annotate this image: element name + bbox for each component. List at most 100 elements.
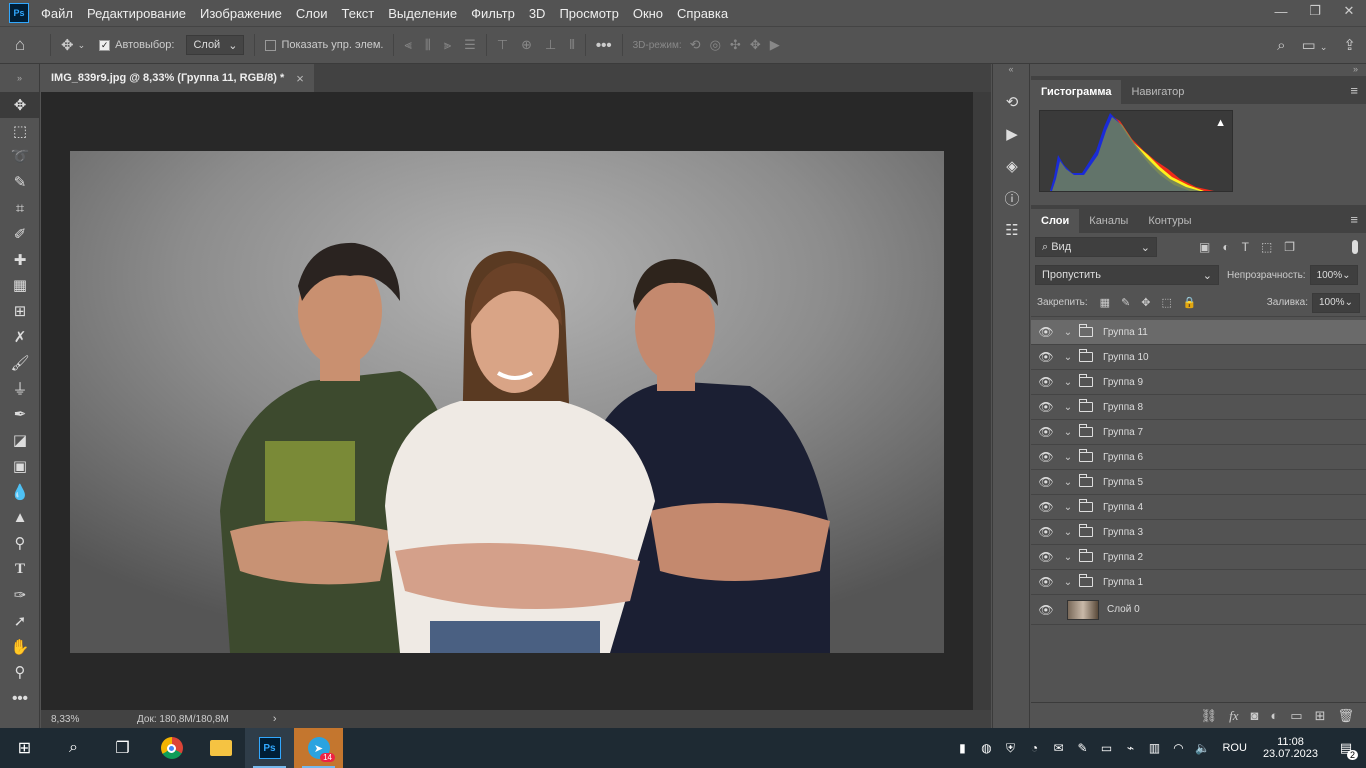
- properties-panel-icon[interactable]: ☷: [993, 214, 1031, 246]
- fill-input[interactable]: 100% ⌄: [1312, 292, 1360, 313]
- menu-help[interactable]: Справка: [677, 6, 728, 21]
- lock-transparent-icon[interactable]: ▦: [1100, 296, 1110, 309]
- menu-3d[interactable]: 3D: [529, 6, 546, 21]
- blend-mode-select[interactable]: Пропустить ⌄: [1035, 265, 1219, 285]
- tray-network-drive-icon[interactable]: ◍: [974, 741, 998, 755]
- panel-menu-icon[interactable]: ≡: [1350, 83, 1358, 98]
- actions-panel-icon[interactable]: ▶: [993, 118, 1031, 150]
- visibility-eye-icon[interactable]: 👁: [1031, 500, 1061, 514]
- align-middle-icon[interactable]: ⊕: [521, 37, 532, 53]
- search-icon[interactable]: ⌕: [49, 728, 98, 768]
- notifications-icon[interactable]: ▤ 2: [1326, 740, 1366, 760]
- chevron-down-icon[interactable]: ⌄: [1061, 502, 1075, 513]
- layer-row[interactable]: 👁 ⌄ Группа 3: [1031, 520, 1366, 545]
- tray-mail-icon[interactable]: ✉: [1046, 741, 1070, 755]
- slide-3d-icon[interactable]: ✥: [750, 37, 761, 53]
- adjustment-layer-icon[interactable]: ◐: [1270, 708, 1278, 723]
- restore-button[interactable]: ❐: [1298, 0, 1332, 22]
- chevron-down-icon[interactable]: ⌄: [1061, 327, 1075, 338]
- chevron-down-icon[interactable]: ⌄: [1061, 477, 1075, 488]
- move-tool-preset-icon[interactable]: ✥ ⌄: [61, 36, 85, 54]
- zoom-tool-icon[interactable]: ⚲: [0, 660, 40, 686]
- align-right-icon[interactable]: ⫸: [444, 37, 451, 53]
- layer-row[interactable]: 👁 ⌄ Группа 1: [1031, 570, 1366, 595]
- tab-channels[interactable]: Каналы: [1079, 209, 1138, 233]
- tray-wifi-signal-icon[interactable]: ◠: [1166, 741, 1190, 755]
- tray-wifi-icon[interactable]: ⌁: [1118, 741, 1142, 755]
- menu-image[interactable]: Изображение: [200, 6, 282, 21]
- menu-view[interactable]: Просмотр: [559, 6, 618, 21]
- filter-kind-select[interactable]: ⌕ Вид ⌄: [1035, 237, 1157, 257]
- add-mask-icon[interactable]: ◙: [1251, 708, 1259, 723]
- link-layers-icon[interactable]: ⛓: [1201, 708, 1218, 724]
- more-tools-icon[interactable]: •••: [0, 685, 40, 711]
- align-bottom-icon[interactable]: ⊥: [545, 37, 556, 53]
- visibility-eye-icon[interactable]: 👁: [1031, 475, 1061, 489]
- pan-3d-icon[interactable]: ✣: [730, 37, 741, 53]
- patch-tool-icon[interactable]: ▦: [0, 273, 40, 299]
- chevron-down-icon[interactable]: ⌄: [1061, 527, 1075, 538]
- layer-row[interactable]: 👁 ⌄ Группа 9: [1031, 370, 1366, 395]
- task-view-icon[interactable]: ❐: [98, 728, 147, 768]
- sharpen-tool-icon[interactable]: ▲: [0, 505, 40, 531]
- windows-start-icon[interactable]: ⊞: [0, 728, 49, 768]
- eraser-tool-icon[interactable]: ◪: [0, 427, 40, 453]
- chevron-down-icon[interactable]: ⌄: [1061, 377, 1075, 388]
- layer-row[interactable]: 👁 ⌄ Группа 8: [1031, 395, 1366, 420]
- tab-histogram[interactable]: Гистограмма: [1031, 80, 1122, 104]
- trash-icon[interactable]: 🗑: [1337, 708, 1354, 724]
- menu-edit[interactable]: Редактирование: [87, 6, 186, 21]
- collapse-toolbar-icon[interactable]: »: [0, 64, 39, 92]
- filter-pixel-icon[interactable]: ▣: [1199, 240, 1210, 254]
- filter-adjustment-icon[interactable]: ◐: [1222, 240, 1229, 254]
- minimize-button[interactable]: —: [1264, 0, 1298, 22]
- layer-row[interactable]: 👁 ⌄ Группа 6: [1031, 445, 1366, 470]
- align-top-icon[interactable]: ⊤: [497, 37, 508, 53]
- search-icon[interactable]: ⌕: [1277, 37, 1285, 54]
- align-center-h-icon[interactable]: ⫼: [425, 37, 431, 53]
- home-icon[interactable]: ⌂: [0, 35, 40, 55]
- hand-tool-icon[interactable]: ✋: [0, 634, 40, 660]
- tray-update-icon[interactable]: ◔: [1022, 741, 1046, 755]
- chevron-down-icon[interactable]: ⌄: [1061, 552, 1075, 563]
- menu-type[interactable]: Текст: [342, 6, 375, 21]
- collapse-panels-icon[interactable]: »: [1031, 64, 1366, 76]
- tray-stylus-icon[interactable]: ✎: [1070, 741, 1094, 755]
- language-indicator[interactable]: ROU: [1222, 742, 1246, 754]
- lock-image-icon[interactable]: ✎: [1121, 296, 1130, 309]
- filter-type-icon[interactable]: T: [1242, 240, 1249, 254]
- tab-navigator[interactable]: Навигатор: [1121, 80, 1194, 104]
- autoselect-select[interactable]: Слой ⌄: [186, 35, 245, 55]
- crop-tool-icon[interactable]: ⌗: [0, 195, 40, 221]
- tray-app-icon[interactable]: ▮: [950, 741, 974, 755]
- autoselect-checkbox[interactable]: ✓ Автовыбор:: [99, 39, 174, 51]
- lock-position-icon[interactable]: ✥: [1141, 296, 1150, 309]
- align-left-icon[interactable]: ⫷: [404, 37, 411, 53]
- new-group-icon[interactable]: ▭: [1290, 708, 1302, 724]
- workspace-icon[interactable]: ▭ ⌄: [1302, 36, 1328, 54]
- layer-row[interactable]: 👁 ⌄ Группа 2: [1031, 545, 1366, 570]
- tab-layers[interactable]: Слои: [1031, 209, 1080, 233]
- orbit-3d-icon[interactable]: ⟲: [690, 37, 701, 53]
- layer-row[interactable]: 👁 ⌄ Группа 4: [1031, 495, 1366, 520]
- layer-row[interactable]: 👁 Слой 0: [1031, 595, 1366, 625]
- eyedropper-tool-icon[interactable]: ✐: [0, 221, 40, 247]
- tray-security-icon[interactable]: ⛨: [998, 741, 1022, 756]
- visibility-eye-icon[interactable]: 👁: [1031, 450, 1061, 464]
- new-layer-icon[interactable]: ⊞: [1315, 708, 1326, 724]
- move-content-tool-icon[interactable]: ✗: [0, 324, 40, 350]
- zoom-level[interactable]: 8,33%: [51, 714, 111, 725]
- layers-menu-icon[interactable]: ≡: [1350, 212, 1358, 227]
- chrome-icon[interactable]: [147, 728, 196, 768]
- move-tool-icon[interactable]: ✥: [0, 92, 40, 118]
- history-brush-tool-icon[interactable]: ✒: [0, 402, 40, 428]
- close-button[interactable]: ✕: [1332, 0, 1366, 22]
- layer-style-icon[interactable]: fx: [1229, 708, 1238, 724]
- file-explorer-icon[interactable]: [196, 728, 245, 768]
- chevron-right-icon[interactable]: ›: [273, 713, 277, 725]
- brush-tool-icon[interactable]: 🖌: [0, 350, 40, 376]
- tray-battery-icon[interactable]: ▥: [1142, 741, 1166, 755]
- clone-stamp-tool-icon[interactable]: ⏚: [0, 376, 40, 402]
- chevron-down-icon[interactable]: ⌄: [1061, 427, 1075, 438]
- opacity-input[interactable]: 100% ⌄: [1309, 265, 1358, 285]
